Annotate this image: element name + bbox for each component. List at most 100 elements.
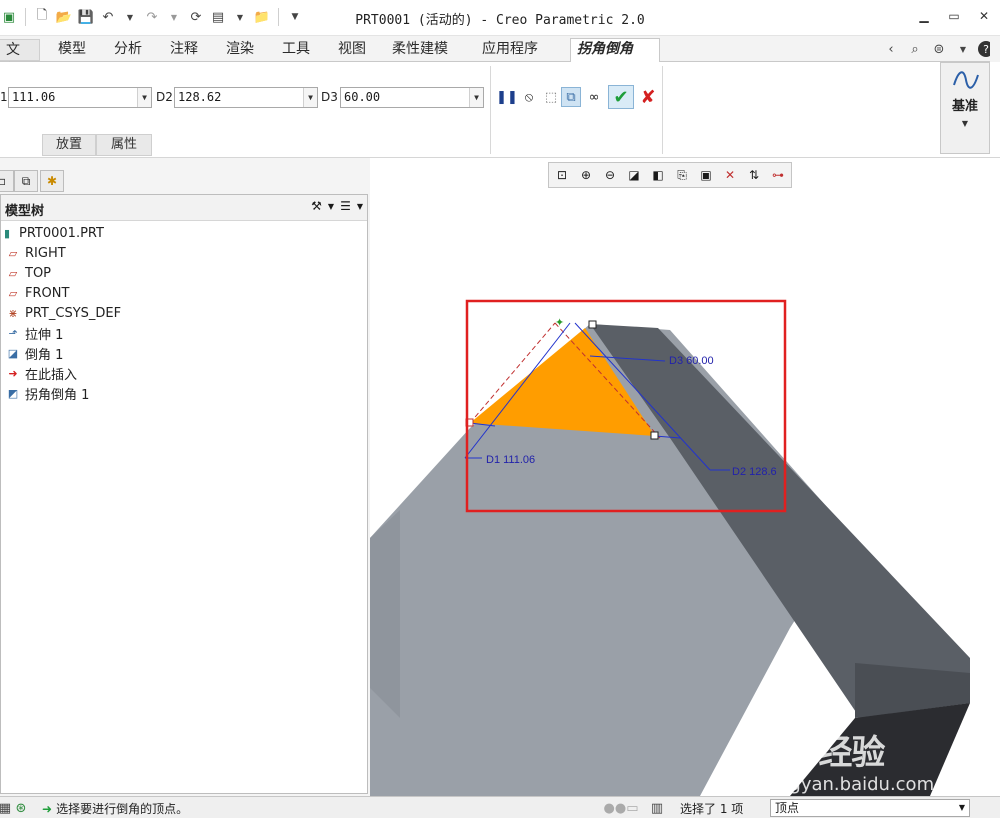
- ribbon-tab-bar: 文件▼ 模型 分析 注释 渲染 工具 视图 柔性建模 应用程序 拐角倒角 ‹ ⌕…: [0, 36, 1000, 78]
- no-preview-icon[interactable]: ⦸: [519, 87, 539, 107]
- selection-count: 选择了 1 项: [680, 802, 744, 816]
- tree-item-chamfer[interactable]: ◪ 倒角 1: [5, 343, 64, 363]
- spin-center-icon[interactable]: ⊶: [767, 164, 789, 186]
- datum-plane-icon: ▱: [8, 246, 18, 260]
- view-toolbar: ⊡ ⊕ ⊖ ◪ ◧ ⎘ ▣ ✕ ⇅ ⊶: [548, 162, 792, 188]
- repaint-icon[interactable]: ◪: [623, 164, 645, 186]
- selection-filter[interactable]: 顶点 ▼: [770, 799, 970, 817]
- graphics-window[interactable]: ✦ D1 111.06 D2 128.6 D3 60.00 ⊡ ⊕ ⊖ ◪ ◧ …: [370, 158, 1000, 796]
- pause-icon[interactable]: ❚❚: [496, 87, 518, 107]
- corner-chamfer-icon: ◩: [7, 386, 19, 400]
- d3-label: D3: [321, 90, 338, 104]
- tab-corner-chamfer[interactable]: 拐角倒角: [570, 38, 660, 63]
- tab-view[interactable]: 视图: [332, 39, 372, 61]
- status-bar: ▦ ⊛ ➜ 选择要进行倒角的顶点。 ●●▭ ▥ 选择了 1 项 顶点 ▼: [0, 796, 1000, 818]
- model-tree-title: 模型树: [5, 204, 45, 219]
- tree-item-extrude[interactable]: ⬏ 拉伸 1: [5, 323, 63, 343]
- glasses-icon[interactable]: ∞: [584, 87, 604, 107]
- tree-item-csys[interactable]: ⋇ PRT_CSYS_DEF: [5, 303, 121, 323]
- tree-item-insert-here[interactable]: ➜ 在此插入: [5, 363, 77, 383]
- part-left-bevel: [370, 510, 400, 718]
- title-bar: ▣ 🗋 📂 💾 ↶ ▼ ↷ ▼ ⟳ ▤ ▼ 📁 ▼ PRT0001 (活动的) …: [0, 0, 1000, 36]
- smart-selection-icon[interactable]: ▥: [648, 799, 666, 817]
- tree-item-part[interactable]: ▮ PRT0001.PRT: [0, 223, 104, 243]
- window-controls: ▁ ▭ ✕: [916, 8, 992, 24]
- d3-input[interactable]: 60.00 ▼: [340, 87, 484, 108]
- saved-orientations-icon[interactable]: ⎘: [671, 164, 693, 186]
- tree-item-front[interactable]: ▱ FRONT: [5, 283, 70, 303]
- model-canvas[interactable]: ✦: [370, 158, 1000, 796]
- navigator-tabs: ▫ ⧉ ✱: [0, 166, 370, 192]
- tab-model[interactable]: 模型: [52, 39, 92, 61]
- dimension-d1[interactable]: D1 111.06: [486, 454, 535, 466]
- folder-browser-tab-icon[interactable]: ⧉: [14, 170, 38, 192]
- tab-file[interactable]: 文件▼: [0, 39, 40, 78]
- chamfer-icon: ◪: [7, 346, 19, 360]
- filter-dropdown-icon[interactable]: ▼: [955, 800, 969, 816]
- view-manager-icon[interactable]: ▣: [695, 164, 717, 186]
- status-icon-b[interactable]: ⊛: [12, 799, 30, 817]
- datum-label: 基准: [951, 99, 978, 114]
- cancel-icon[interactable]: ✘: [638, 87, 658, 108]
- dimension-d3[interactable]: D3 60.00: [669, 355, 714, 367]
- d3-dropdown-icon[interactable]: ▼: [469, 88, 483, 107]
- subtab-properties[interactable]: 属性: [96, 134, 152, 156]
- verify-icon[interactable]: ⧉: [561, 87, 581, 107]
- confirm-icon[interactable]: ✔: [608, 85, 634, 109]
- status-message: 选择要进行倒角的顶点。: [56, 802, 189, 816]
- d2-input[interactable]: 128.62 ▼: [174, 87, 318, 108]
- coordinate-system-icon: ⋇: [8, 306, 18, 320]
- model-tree-tab-icon[interactable]: ▫: [0, 170, 14, 192]
- tree-columns-icon[interactable]: ☰: [340, 199, 351, 213]
- tab-flexible-modeling[interactable]: 柔性建模: [386, 39, 454, 61]
- settings-icon[interactable]: ⊜: [930, 40, 948, 58]
- tab-tools[interactable]: 工具: [276, 39, 316, 61]
- watermark-url: jingyan.baidu.com: [768, 774, 935, 795]
- close-icon[interactable]: ✕: [976, 8, 992, 24]
- tab-applications[interactable]: 应用程序: [476, 39, 544, 61]
- tree-item-corner-chamfer[interactable]: ◩ 拐角倒角 1: [5, 383, 90, 403]
- favorites-tab-icon[interactable]: ✱: [40, 170, 64, 192]
- settings-dropdown-icon[interactable]: ▼: [954, 40, 972, 58]
- zoom-in-icon[interactable]: ⊕: [575, 164, 597, 186]
- refit-icon[interactable]: ⊡: [551, 164, 573, 186]
- annotation-display-icon[interactable]: ⇅: [743, 164, 765, 186]
- tree-columns-dropdown-icon[interactable]: ▼: [357, 202, 363, 211]
- preview-icon[interactable]: ⬚: [541, 87, 561, 107]
- subtab-placement[interactable]: 放置: [42, 134, 96, 156]
- progress-indicator-icon: ●●▭: [603, 800, 639, 816]
- d2-label: D2: [156, 90, 173, 104]
- search-icon[interactable]: ⌕: [906, 40, 924, 58]
- d2-dropdown-icon[interactable]: ▼: [303, 88, 317, 107]
- display-style-icon[interactable]: ◧: [647, 164, 669, 186]
- watermark-logo: Bai 经验: [760, 734, 885, 772]
- navigator-panel: ▫ ⧉ ✱ 模型树 ⚒ ▼ ☰ ▼ ▮ PRT0001.PRT ▱ RIGHT …: [0, 158, 370, 796]
- chevron-left-icon[interactable]: ‹: [882, 40, 900, 58]
- tab-render[interactable]: 渲染: [220, 39, 260, 61]
- insert-arrow-icon: ➜: [8, 366, 18, 380]
- d1-dropdown-icon[interactable]: ▼: [137, 88, 151, 107]
- datum-display-icon[interactable]: ✕: [719, 164, 741, 186]
- minimize-icon[interactable]: ▁: [916, 8, 932, 24]
- tree-settings-icon[interactable]: ⚒: [311, 199, 322, 213]
- ribbon-panel: 1 111.06 ▼ D2 128.62 ▼ D3 60.00 ▼ ❚❚ ⦸ ⬚…: [0, 62, 1000, 158]
- datum-curve-icon: [953, 71, 979, 89]
- tab-annotate[interactable]: 注释: [164, 39, 204, 61]
- help-icons: ‹ ⌕ ⊜ ▼ ?: [882, 40, 994, 58]
- d1-input[interactable]: 111.06 ▼: [8, 87, 152, 108]
- datum-plane-icon: ▱: [8, 266, 18, 280]
- d1-label: 1: [0, 90, 8, 104]
- datum-plane-icon: ▱: [8, 286, 18, 300]
- tree-item-top[interactable]: ▱ TOP: [5, 263, 51, 283]
- datum-dropdown-icon: ▼: [961, 119, 969, 128]
- zoom-out-icon[interactable]: ⊖: [599, 164, 621, 186]
- maximize-icon[interactable]: ▭: [946, 8, 962, 24]
- tab-analysis[interactable]: 分析: [108, 39, 148, 61]
- tree-item-right[interactable]: ▱ RIGHT: [5, 243, 66, 263]
- part-icon: ▮: [3, 226, 11, 240]
- svg-text:✦: ✦: [555, 316, 564, 329]
- extrude-icon: ⬏: [8, 326, 18, 340]
- datum-button[interactable]: 基准 ▼: [940, 62, 990, 154]
- dimension-d2[interactable]: D2 128.6: [732, 466, 777, 478]
- tree-settings-dropdown-icon[interactable]: ▼: [328, 202, 334, 211]
